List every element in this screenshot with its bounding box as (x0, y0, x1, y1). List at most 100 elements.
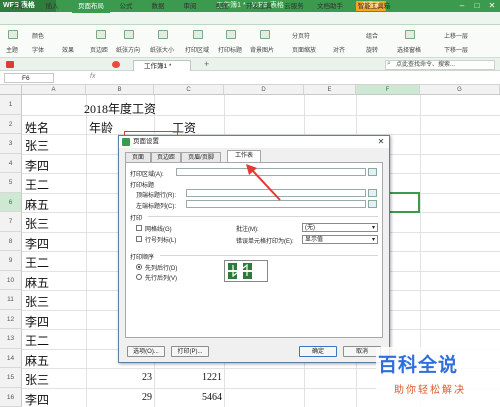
print-area-button[interactable]: 打印区域 (185, 45, 209, 54)
group-button[interactable]: 组合 (366, 31, 378, 40)
row-header[interactable]: 2 (0, 114, 22, 134)
print-area-icon[interactable] (193, 30, 203, 39)
salary-cell[interactable]: 5464 (154, 392, 222, 403)
close-window-button[interactable]: ✕ (485, 0, 499, 12)
name-cell[interactable]: 李四 (25, 391, 49, 407)
background-image-button[interactable]: 背景图片 (250, 45, 274, 54)
tab-smart-tools[interactable]: 智能工具箱 (352, 0, 396, 13)
row-header[interactable]: 5 (0, 173, 22, 193)
send-backward-button[interactable]: 下移一层 (444, 45, 468, 54)
name-cell[interactable]: 王二 (25, 254, 49, 271)
name-cell[interactable]: 李四 (25, 157, 49, 174)
fx-icon[interactable]: fx (90, 73, 95, 80)
maximize-button[interactable]: □ (470, 0, 484, 12)
background-image-icon[interactable] (260, 30, 270, 39)
tab-formulas[interactable]: 公式 (114, 0, 138, 13)
name-cell[interactable]: 李四 (25, 313, 49, 330)
fonts-button[interactable]: 字体 (32, 45, 44, 54)
orientation-icon[interactable] (124, 30, 134, 39)
selection-pane-icon[interactable] (405, 30, 415, 39)
row-header[interactable]: 13 (0, 329, 22, 349)
tab-page-layout[interactable]: 页面布局 (72, 0, 110, 13)
errors-select[interactable]: 显示值 (302, 235, 378, 244)
row-header[interactable]: 14 (0, 348, 22, 368)
close-icon[interactable]: ✕ (376, 137, 386, 147)
gridlines-checkbox[interactable] (136, 225, 142, 231)
age-cell[interactable]: 29 (86, 392, 152, 403)
tab-cloud[interactable]: 云服务 (280, 0, 308, 13)
comments-select[interactable]: (无) (302, 223, 378, 232)
name-cell[interactable]: 张三 (25, 293, 49, 310)
name-cell[interactable]: 张三 (25, 215, 49, 232)
tab-home[interactable]: 开始 (4, 0, 32, 13)
tab-review[interactable]: 审阅 (178, 0, 202, 13)
minimize-button[interactable]: – (455, 0, 469, 12)
name-cell[interactable]: 张三 (25, 137, 49, 154)
margins-button[interactable]: 页边距 (90, 45, 108, 54)
new-tab-icon[interactable]: + (204, 59, 209, 69)
effects-button[interactable]: 效果 (62, 45, 74, 54)
age-cell[interactable]: 23 (86, 372, 152, 383)
column-header-c[interactable]: C (154, 85, 224, 95)
dialog-tab-header-footer[interactable]: 页眉/页脚 (181, 152, 221, 162)
print-titles-button[interactable]: 打印标题 (218, 45, 242, 54)
theme-button[interactable]: 主题 (6, 45, 18, 54)
tab-data[interactable]: 数据 (146, 0, 170, 13)
options-button[interactable]: 选项(O)... (127, 346, 165, 357)
down-then-over-radio[interactable] (136, 264, 142, 270)
command-search-input[interactable]: 点此查找命令、搜索... (385, 60, 495, 70)
rotate-button[interactable]: 旋转 (366, 45, 378, 54)
ok-button[interactable]: 确定 (299, 346, 337, 357)
over-then-down-radio[interactable] (136, 274, 142, 280)
formula-input[interactable] (100, 73, 495, 83)
row-header[interactable]: 10 (0, 270, 22, 290)
theme-icon[interactable] (8, 30, 18, 39)
print-titles-icon[interactable] (226, 30, 236, 39)
row-col-headers-checkbox[interactable] (136, 236, 142, 242)
column-header-d[interactable]: D (224, 85, 304, 95)
tab-insert[interactable]: 插入 (38, 0, 66, 13)
tab-developer[interactable]: 开发工具 (242, 0, 276, 13)
range-picker-icon[interactable] (368, 189, 377, 197)
column-header-e[interactable]: E (304, 85, 356, 95)
tab-workbook[interactable]: 工作簿1 * (133, 60, 191, 71)
colors-button[interactable]: 颜色 (32, 31, 44, 40)
row-header[interactable]: 4 (0, 153, 22, 173)
row-header[interactable]: 16 (0, 387, 22, 407)
column-header-g[interactable]: G (420, 85, 500, 95)
column-header-a[interactable]: A (22, 85, 86, 95)
name-cell[interactable]: 王二 (25, 332, 49, 349)
cell-name-box[interactable]: F6 (4, 73, 54, 83)
align-button[interactable]: 对齐 (333, 45, 345, 54)
paper-size-icon[interactable] (158, 30, 168, 39)
name-cell[interactable]: 麻五 (25, 352, 49, 369)
salary-cell[interactable]: 1221 (154, 372, 222, 383)
margins-icon[interactable] (96, 30, 106, 39)
row-header[interactable]: 11 (0, 290, 22, 310)
column-header-b[interactable]: B (86, 85, 154, 95)
range-picker-icon[interactable] (368, 168, 377, 176)
print-button[interactable]: 打印(P)... (171, 346, 209, 357)
row-header[interactable]: 6 (0, 192, 22, 212)
page-break-button[interactable]: 分页符 (292, 31, 310, 40)
tab-view[interactable]: 视图 (210, 0, 234, 13)
name-cell[interactable]: 张三 (25, 371, 49, 388)
row-header[interactable]: 3 (0, 134, 22, 154)
row-header[interactable]: 8 (0, 231, 22, 251)
header-age-cell[interactable]: 年龄 (89, 119, 113, 136)
row-header[interactable]: 9 (0, 251, 22, 271)
tab-doc-assistant[interactable]: 文档助手 (312, 0, 348, 13)
page-zoom-button[interactable]: 页面缩放 (292, 45, 316, 54)
row-header[interactable]: 7 (0, 212, 22, 232)
header-name-cell[interactable]: 姓名 (25, 119, 49, 136)
select-all-corner[interactable] (0, 85, 22, 95)
selection-pane-button[interactable]: 选择窗格 (397, 45, 421, 54)
name-cell[interactable]: 麻五 (25, 274, 49, 291)
dialog-tab-margins[interactable]: 页边距 (151, 152, 181, 162)
name-cell[interactable]: 王二 (25, 176, 49, 193)
paper-size-button[interactable]: 纸张大小 (150, 45, 174, 54)
row-header[interactable]: 15 (0, 368, 22, 388)
dialog-tab-page[interactable]: 页面 (125, 152, 151, 162)
bring-forward-button[interactable]: 上移一层 (444, 31, 468, 40)
name-cell[interactable]: 李四 (25, 235, 49, 252)
